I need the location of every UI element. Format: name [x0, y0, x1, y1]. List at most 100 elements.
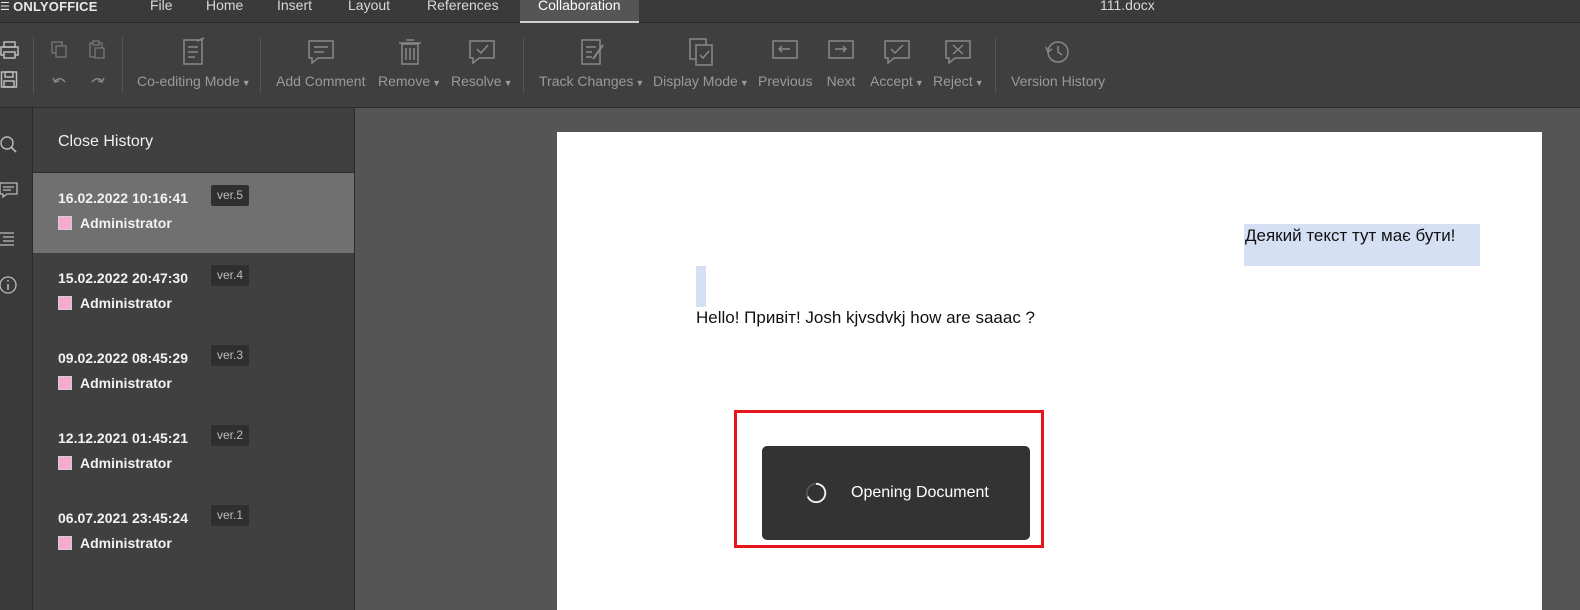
version-date: 09.02.2022 08:45:29	[58, 350, 188, 366]
version-date: 16.02.2022 10:16:41	[58, 190, 188, 206]
version-author-name: Administrator	[80, 535, 172, 551]
add-comment-label: Add Comment	[276, 73, 366, 89]
version-badge: ver.2	[211, 425, 250, 446]
version-item-4[interactable]: 15.02.2022 20:47:30 ver.4 Administrator	[33, 253, 354, 333]
tab-file[interactable]: File	[132, 0, 191, 21]
user-color-swatch	[58, 456, 72, 470]
version-author: Administrator	[58, 535, 172, 551]
search-icon[interactable]	[0, 134, 20, 154]
user-color-swatch	[58, 216, 72, 230]
next-button[interactable]: Next	[826, 37, 856, 99]
track-changes-label: Track Changes	[539, 73, 634, 89]
document-page[interactable]: Деякий текст тут має бути! Hello! Привіт…	[557, 132, 1542, 610]
add-comment-button[interactable]: Add Comment	[276, 37, 365, 99]
logo-text: ONLYOFFICE	[13, 0, 98, 14]
display-mode-label: Display Mode	[653, 73, 738, 89]
redo-icon[interactable]	[87, 73, 107, 93]
version-item-2[interactable]: 12.12.2021 01:45:21 ver.2 Administrator	[33, 413, 354, 493]
previous-icon	[772, 40, 798, 59]
save-icon[interactable]	[0, 70, 20, 90]
previous-label: Previous	[758, 73, 813, 89]
tab-insert[interactable]: Insert	[259, 0, 330, 21]
version-date: 06.07.2021 23:45:24	[58, 510, 188, 526]
version-author: Administrator	[58, 215, 172, 231]
next-label: Next	[826, 73, 856, 89]
chevron-down-icon: ▼	[241, 78, 251, 88]
tab-home[interactable]: Home	[188, 0, 261, 21]
comments-icon[interactable]	[0, 180, 20, 200]
document-paragraph-1[interactable]: Деякий текст тут має бути!	[1245, 226, 1455, 246]
accept-icon	[884, 40, 910, 65]
version-badge: ver.3	[211, 345, 250, 366]
print-icon[interactable]	[0, 40, 20, 60]
version-item-3[interactable]: 09.02.2022 08:45:29 ver.3 Administrator	[33, 333, 354, 413]
version-author-name: Administrator	[80, 375, 172, 391]
chevron-down-icon: ▼	[914, 78, 924, 88]
display-mode-icon	[689, 38, 713, 66]
version-author-name: Administrator	[80, 215, 172, 231]
version-author: Administrator	[58, 295, 172, 311]
co-editing-icon	[183, 37, 205, 65]
version-author-name: Administrator	[80, 295, 172, 311]
version-author: Administrator	[58, 375, 172, 391]
version-history-label: Version History	[1011, 73, 1106, 89]
tab-references[interactable]: References	[409, 0, 517, 21]
close-history-button[interactable]: Close History	[58, 133, 153, 151]
top-menu-bar: ☰ ONLYOFFICE File Home Insert Layout Ref…	[0, 0, 1580, 24]
display-mode-button[interactable]: Display Mode ▼	[653, 37, 749, 99]
track-changes-icon	[580, 39, 604, 65]
co-editing-mode-button[interactable]: Co-editing Mode ▼	[137, 37, 251, 99]
version-badge: ver.1	[211, 505, 250, 526]
left-rail	[0, 108, 33, 610]
resolve-label: Resolve	[451, 73, 502, 89]
history-icon	[1045, 41, 1069, 63]
navigation-icon[interactable]	[0, 228, 20, 248]
tab-layout[interactable]: Layout	[330, 0, 408, 21]
loading-overlay: Opening Document	[762, 446, 1030, 540]
version-date: 15.02.2022 20:47:30	[58, 270, 188, 286]
copy-icon[interactable]	[50, 40, 70, 60]
remove-button[interactable]: Remove ▼	[378, 37, 441, 99]
reject-icon	[945, 40, 972, 65]
remove-label: Remove	[378, 73, 431, 89]
resolve-button[interactable]: Resolve ▼	[451, 37, 513, 99]
version-author: Administrator	[58, 455, 172, 471]
version-history-button[interactable]: Version History	[1011, 37, 1105, 99]
toolbar: Co-editing Mode ▼ Add Comment Remove ▼ Res…	[0, 23, 1580, 108]
resolve-icon	[469, 40, 495, 65]
user-color-swatch	[58, 376, 72, 390]
about-icon[interactable]	[0, 275, 20, 295]
previous-button[interactable]: Previous	[758, 37, 812, 99]
document-paragraph-2[interactable]: Hello! Привіт! Josh kjvsdvkj how are saa…	[696, 308, 1035, 328]
version-badge: ver.5	[211, 185, 250, 206]
cursor-highlight	[696, 266, 706, 307]
chevron-down-icon: ▼	[635, 78, 645, 88]
accept-button[interactable]: Accept ▼	[870, 37, 924, 99]
version-history-panel: Close History 16.02.2022 10:16:41 ver.5 …	[33, 108, 355, 610]
version-item-1[interactable]: 06.07.2021 23:45:24 ver.1 Administrator	[33, 493, 354, 573]
loading-status-text: Opening Document	[851, 484, 989, 501]
reject-button[interactable]: Reject ▼	[933, 37, 984, 99]
undo-icon[interactable]	[50, 73, 70, 93]
paste-icon[interactable]	[87, 40, 107, 60]
version-badge: ver.4	[211, 265, 250, 286]
app-logo: ☰ ONLYOFFICE	[0, 0, 98, 16]
chevron-down-icon: ▼	[739, 78, 749, 88]
user-color-swatch	[58, 296, 72, 310]
document-title: 111.docx	[1100, 0, 1155, 13]
spinner-icon	[805, 482, 827, 504]
co-editing-label: Co-editing Mode	[137, 73, 240, 89]
version-item-5[interactable]: 16.02.2022 10:16:41 ver.5 Administrator	[33, 173, 354, 253]
next-icon	[828, 40, 854, 59]
version-date: 12.12.2021 01:45:21	[58, 430, 188, 446]
track-changes-button[interactable]: Track Changes ▼	[539, 37, 644, 99]
chevron-down-icon: ▼	[432, 78, 442, 88]
chevron-down-icon: ▼	[503, 78, 513, 88]
reject-label: Reject	[933, 73, 973, 89]
comment-icon	[307, 40, 334, 65]
tab-collaboration[interactable]: Collaboration	[520, 0, 639, 24]
accept-label: Accept	[870, 73, 913, 89]
version-author-name: Administrator	[80, 455, 172, 471]
user-color-swatch	[58, 536, 72, 550]
trash-icon	[398, 39, 421, 65]
